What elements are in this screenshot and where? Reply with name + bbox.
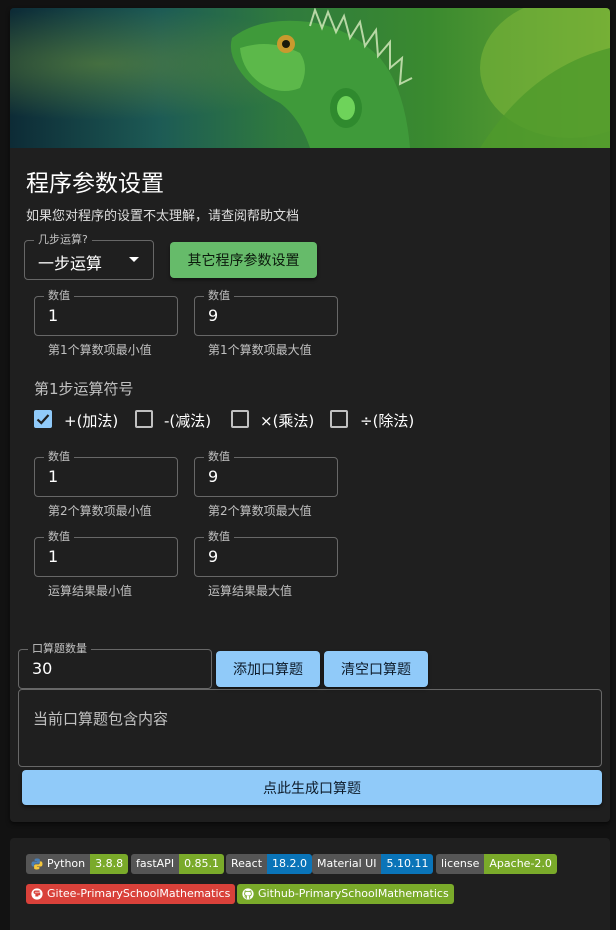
badge-material-ui-key: Material UI [312, 854, 382, 874]
iguana-banner-image [10, 8, 610, 148]
operand1-max-field[interactable]: 数值 9 [194, 289, 338, 336]
badge-material-ui[interactable]: Material UI 5.10.11 [312, 854, 434, 874]
operand1-min-field[interactable]: 数值 1 [34, 289, 178, 336]
operand2-min-field[interactable]: 数值 1 [34, 450, 178, 497]
checkmark-icon [36, 414, 50, 425]
badge-fastapi-key: fastAPI [131, 854, 180, 874]
checkbox-subtraction[interactable] [135, 410, 153, 428]
operand1-max-value: 9 [208, 306, 219, 325]
operand2-min-label: 数值 [44, 450, 74, 464]
operand1-min-label: 数值 [44, 289, 74, 303]
result-max-label: 数值 [204, 530, 234, 544]
badge-fastapi-value: 0.85.1 [179, 854, 225, 874]
result-max-value: 9 [208, 547, 219, 566]
operand2-max-value: 9 [208, 467, 219, 486]
checkbox-multiplication[interactable] [231, 410, 249, 428]
settings-card: 程序参数设置 如果您对程序的设置不太理解，请查阅帮助文档 几步运算? 一步运算 … [10, 8, 610, 822]
clear-problems-button[interactable]: 清空口算题 [324, 651, 428, 687]
badge-react-value: 18.2.0 [267, 854, 313, 874]
result-min-helper: 运算结果最小值 [48, 584, 133, 598]
steps-select-value: 一步运算 [38, 254, 103, 273]
operand1-min-value: 1 [48, 306, 59, 325]
checkbox-division[interactable] [330, 410, 348, 428]
operand2-min-value: 1 [48, 467, 59, 486]
badge-license[interactable]: license Apache-2.0 [436, 854, 557, 874]
badge-react[interactable]: React 18.2.0 [226, 854, 313, 874]
operand2-max-field[interactable]: 数值 9 [194, 450, 338, 497]
generate-problems-button[interactable]: 点此生成口算题 [22, 770, 602, 805]
checkbox-division-label[interactable]: ÷(除法) [360, 410, 414, 431]
badge-material-ui-value: 5.10.11 [381, 854, 434, 874]
result-max-helper: 运算结果最大值 [208, 584, 293, 598]
badge-python[interactable]: Python 3.8.8 [26, 854, 129, 874]
badge-license-key: license [436, 854, 485, 874]
problem-content-textarea[interactable]: 当前口算题包含内容 [18, 689, 602, 767]
page-subtitle: 如果您对程序的设置不太理解，请查阅帮助文档 [26, 209, 300, 224]
steps-select[interactable]: 几步运算? 一步运算 [24, 233, 154, 280]
badge-github-label: Github-PrimarySchoolMathematics [258, 887, 449, 900]
add-problems-button[interactable]: 添加口算题 [216, 651, 320, 687]
result-min-label: 数值 [44, 530, 74, 544]
result-max-field[interactable]: 数值 9 [194, 530, 338, 577]
badge-gitee[interactable]: Gitee-PrimarySchoolMathematics [26, 884, 236, 904]
badge-react-key: React [226, 854, 268, 874]
result-min-field[interactable]: 数值 1 [34, 530, 178, 577]
python-icon [31, 858, 43, 870]
checkbox-subtraction-label[interactable]: -(减法) [164, 410, 211, 431]
badges-card: Python 3.8.8 fastAPI 0.85.1 React 18.2.0… [10, 838, 610, 930]
dropdown-arrow-icon [129, 257, 139, 262]
result-min-value: 1 [48, 547, 59, 566]
badge-python-value: 3.8.8 [90, 854, 129, 874]
operand1-max-label: 数值 [204, 289, 234, 303]
problem-count-label: 口算题数量 [28, 642, 91, 656]
badge-python-key: Python [47, 857, 86, 870]
problem-count-field[interactable]: 口算题数量 30 [18, 642, 212, 689]
badge-github[interactable]: Github-PrimarySchoolMathematics [237, 884, 454, 904]
steps-select-label: 几步运算? [34, 233, 92, 247]
operand1-max-helper: 第1个算数项最大值 [208, 343, 312, 357]
badge-fastapi[interactable]: fastAPI 0.85.1 [131, 854, 225, 874]
github-icon [242, 888, 254, 900]
gitee-icon [31, 888, 43, 900]
checkbox-addition-label[interactable]: +(加法) [64, 410, 118, 431]
page-title: 程序参数设置 [26, 171, 164, 197]
badge-gitee-label: Gitee-PrimarySchoolMathematics [47, 887, 231, 900]
operand2-max-label: 数值 [204, 450, 234, 464]
checkbox-addition[interactable] [34, 410, 52, 428]
operand1-min-helper: 第1个算数项最小值 [48, 343, 152, 357]
other-settings-button[interactable]: 其它程序参数设置 [170, 242, 317, 278]
operand2-min-helper: 第2个算数项最小值 [48, 504, 152, 518]
badge-license-value: Apache-2.0 [484, 854, 557, 874]
operand2-max-helper: 第2个算数项最大值 [208, 504, 312, 518]
problem-count-value: 30 [32, 659, 53, 678]
operator-section-label: 第1步运算符号 [34, 380, 134, 398]
checkbox-multiplication-label[interactable]: ×(乘法) [260, 410, 314, 431]
problem-content-placeholder: 当前口算题包含内容 [33, 710, 169, 728]
